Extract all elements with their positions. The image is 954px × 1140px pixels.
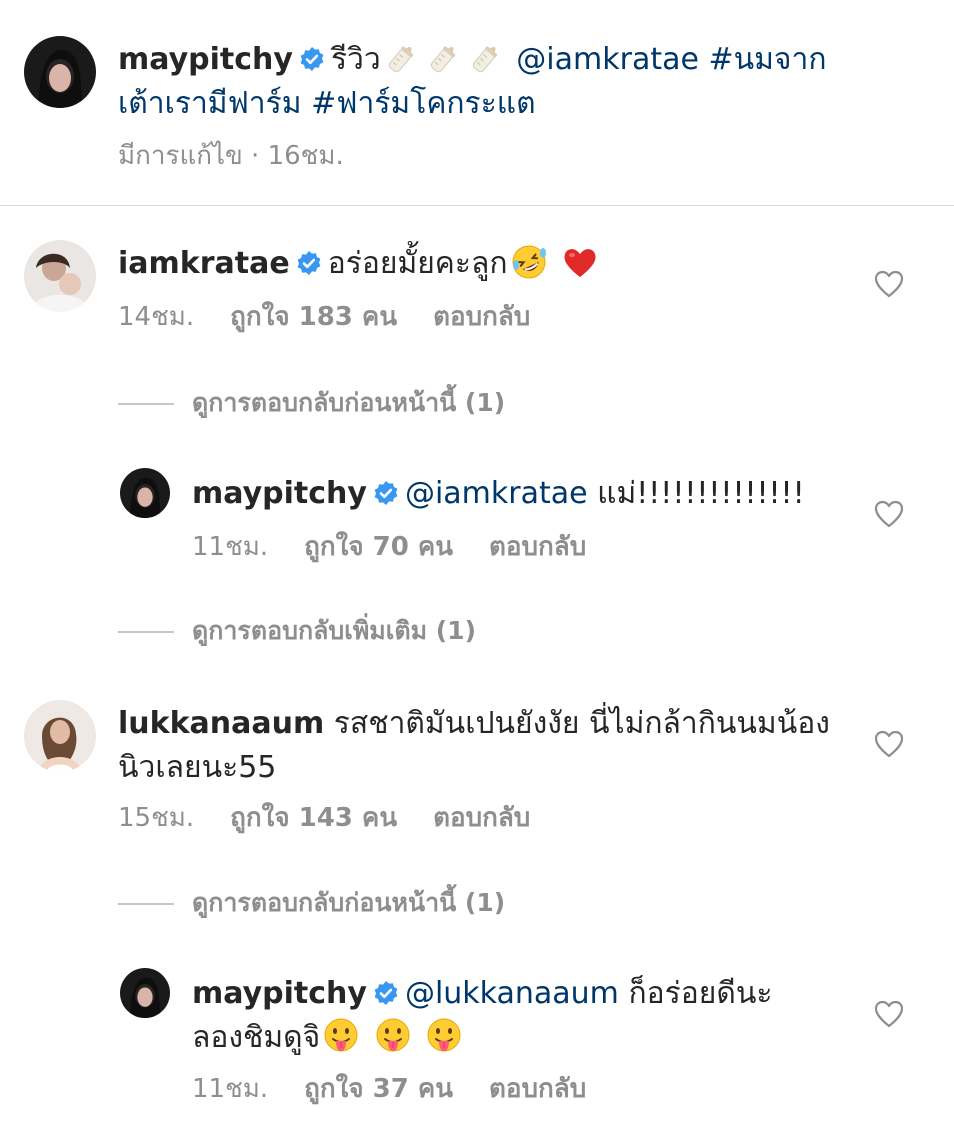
caption-hashtag-cont[interactable]: เต้าเรามีฟาร์ม xyxy=(118,86,302,121)
verified-badge-icon xyxy=(373,980,399,1006)
caption-meta: มีการแก้ไข · 16ชม. xyxy=(118,141,344,171)
comment-line: iamkratae อร่อยมั้ยคะลูก xyxy=(118,242,601,286)
verified-badge-icon xyxy=(373,480,399,506)
baby-bottle-emoji xyxy=(467,39,505,77)
divider-dash xyxy=(118,903,174,905)
red-heart-emoji xyxy=(561,243,599,281)
verified-badge-icon xyxy=(296,250,322,276)
caption-line-2: เต้าเรามีฟาร์ม #ฟาร์มโคกระแต xyxy=(118,82,536,126)
comment-meta: 14ชม. ถูกใจ 183 คน ตอบกลับ xyxy=(118,300,566,334)
verified-badge-icon xyxy=(299,46,325,72)
view-replies-label: ดูการตอบกลับก่อนหน้านี้ (1) xyxy=(192,888,506,917)
comment-text-cont: นิวเลยนะ55 xyxy=(118,750,277,785)
reply-avatar[interactable] xyxy=(120,968,170,1018)
reply-text: แม่!!!!!!!!!!!!!! xyxy=(597,476,805,511)
divider-dash xyxy=(118,403,174,405)
reply-mention[interactable]: @lukkanaaum xyxy=(405,976,619,1011)
reply-button[interactable]: ตอบกลับ xyxy=(433,803,530,833)
tongue-out-emoji xyxy=(374,1017,412,1055)
comment-avatar[interactable] xyxy=(24,700,96,772)
like-heart-icon[interactable] xyxy=(874,500,904,528)
comment-likes[interactable]: ถูกใจ 143 คน xyxy=(230,803,397,833)
baby-bottle-emoji xyxy=(425,39,463,77)
reply-meta: 11ชม. ถูกใจ 70 คน ตอบกลับ xyxy=(192,530,622,564)
view-replies-label: ดูการตอบกลับก่อนหน้านี้ (1) xyxy=(192,388,506,417)
like-heart-icon[interactable] xyxy=(874,270,904,298)
divider-dash xyxy=(118,631,174,633)
comment-username[interactable]: iamkratae xyxy=(118,246,290,281)
tongue-out-emoji xyxy=(425,1017,463,1055)
like-heart-icon[interactable] xyxy=(874,730,904,758)
caption-avatar[interactable] xyxy=(24,36,96,108)
view-more-label: ดูการตอบกลับเพิ่มเติม (1) xyxy=(192,616,476,645)
reply-likes[interactable]: ถูกใจ 37 คน xyxy=(304,1074,453,1104)
reply-button[interactable]: ตอบกลับ xyxy=(433,302,530,332)
comment-line-2: นิวเลยนะ55 xyxy=(118,746,276,790)
caption-mention[interactable]: @iamkratae xyxy=(516,42,699,77)
comment-username[interactable]: lukkanaaum xyxy=(118,706,324,741)
reply-text: ก็อร่อยดีนะ xyxy=(628,976,773,1011)
reply-meta: 11ชม. ถูกใจ 37 คน ตอบกลับ xyxy=(192,1072,622,1106)
comment-line: lukkanaaum รสชาติมันเปนยังงัย นี่ไม่กล้า… xyxy=(118,702,830,746)
reply-mention[interactable]: @iamkratae xyxy=(405,476,588,511)
caption-hashtag[interactable]: #นมจาก xyxy=(708,42,826,77)
comment-time: 14ชม. xyxy=(118,302,195,332)
reply-line: maypitchy @iamkratae แม่!!!!!!!!!!!!!! xyxy=(192,472,805,516)
reply-time: 11ชม. xyxy=(192,1074,269,1104)
baby-bottle-emoji xyxy=(383,39,421,77)
reply-line: maypitchy @lukkanaaum ก็อร่อยดีนะ xyxy=(192,972,772,1016)
like-heart-icon[interactable] xyxy=(874,1000,904,1028)
caption-hashtag-2[interactable]: #ฟาร์มโคกระแต xyxy=(311,86,536,121)
view-more-replies-button[interactable]: ดูการตอบกลับเพิ่มเติม (1) xyxy=(118,614,476,648)
rolling-laughing-emoji xyxy=(510,243,548,281)
reply-avatar[interactable] xyxy=(120,468,170,518)
divider xyxy=(0,205,954,206)
tongue-out-emoji xyxy=(322,1017,360,1055)
caption-text: รีวิว xyxy=(330,42,381,77)
comment-time: 15ชม. xyxy=(118,803,195,833)
reply-time: 11ชม. xyxy=(192,532,269,562)
reply-button[interactable]: ตอบกลับ xyxy=(489,1074,586,1104)
caption-line-1: maypitchy รีวิว @iamkratae #นมจาก xyxy=(118,38,827,82)
view-replies-button[interactable]: ดูการตอบกลับก่อนหน้านี้ (1) xyxy=(118,386,505,420)
reply-username[interactable]: maypitchy xyxy=(192,476,367,511)
comment-likes[interactable]: ถูกใจ 183 คน xyxy=(230,302,397,332)
comment-meta: 15ชม. ถูกใจ 143 คน ตอบกลับ xyxy=(118,801,566,835)
reply-line-2: ลองชิมดูจิ xyxy=(192,1016,465,1060)
comment-text: รสชาติมันเปนยังงัย นี่ไม่กล้ากินนมน้อง xyxy=(333,706,830,741)
reply-username[interactable]: maypitchy xyxy=(192,976,367,1011)
reply-likes[interactable]: ถูกใจ 70 คน xyxy=(304,532,453,562)
reply-button[interactable]: ตอบกลับ xyxy=(489,532,586,562)
comment-text: อร่อยมั้ยคะลูก xyxy=(327,246,508,281)
view-replies-button[interactable]: ดูการตอบกลับก่อนหน้านี้ (1) xyxy=(118,886,505,920)
caption-username[interactable]: maypitchy xyxy=(118,42,293,77)
comment-avatar[interactable] xyxy=(24,240,96,312)
reply-text-cont: ลองชิมดูจิ xyxy=(192,1020,321,1055)
